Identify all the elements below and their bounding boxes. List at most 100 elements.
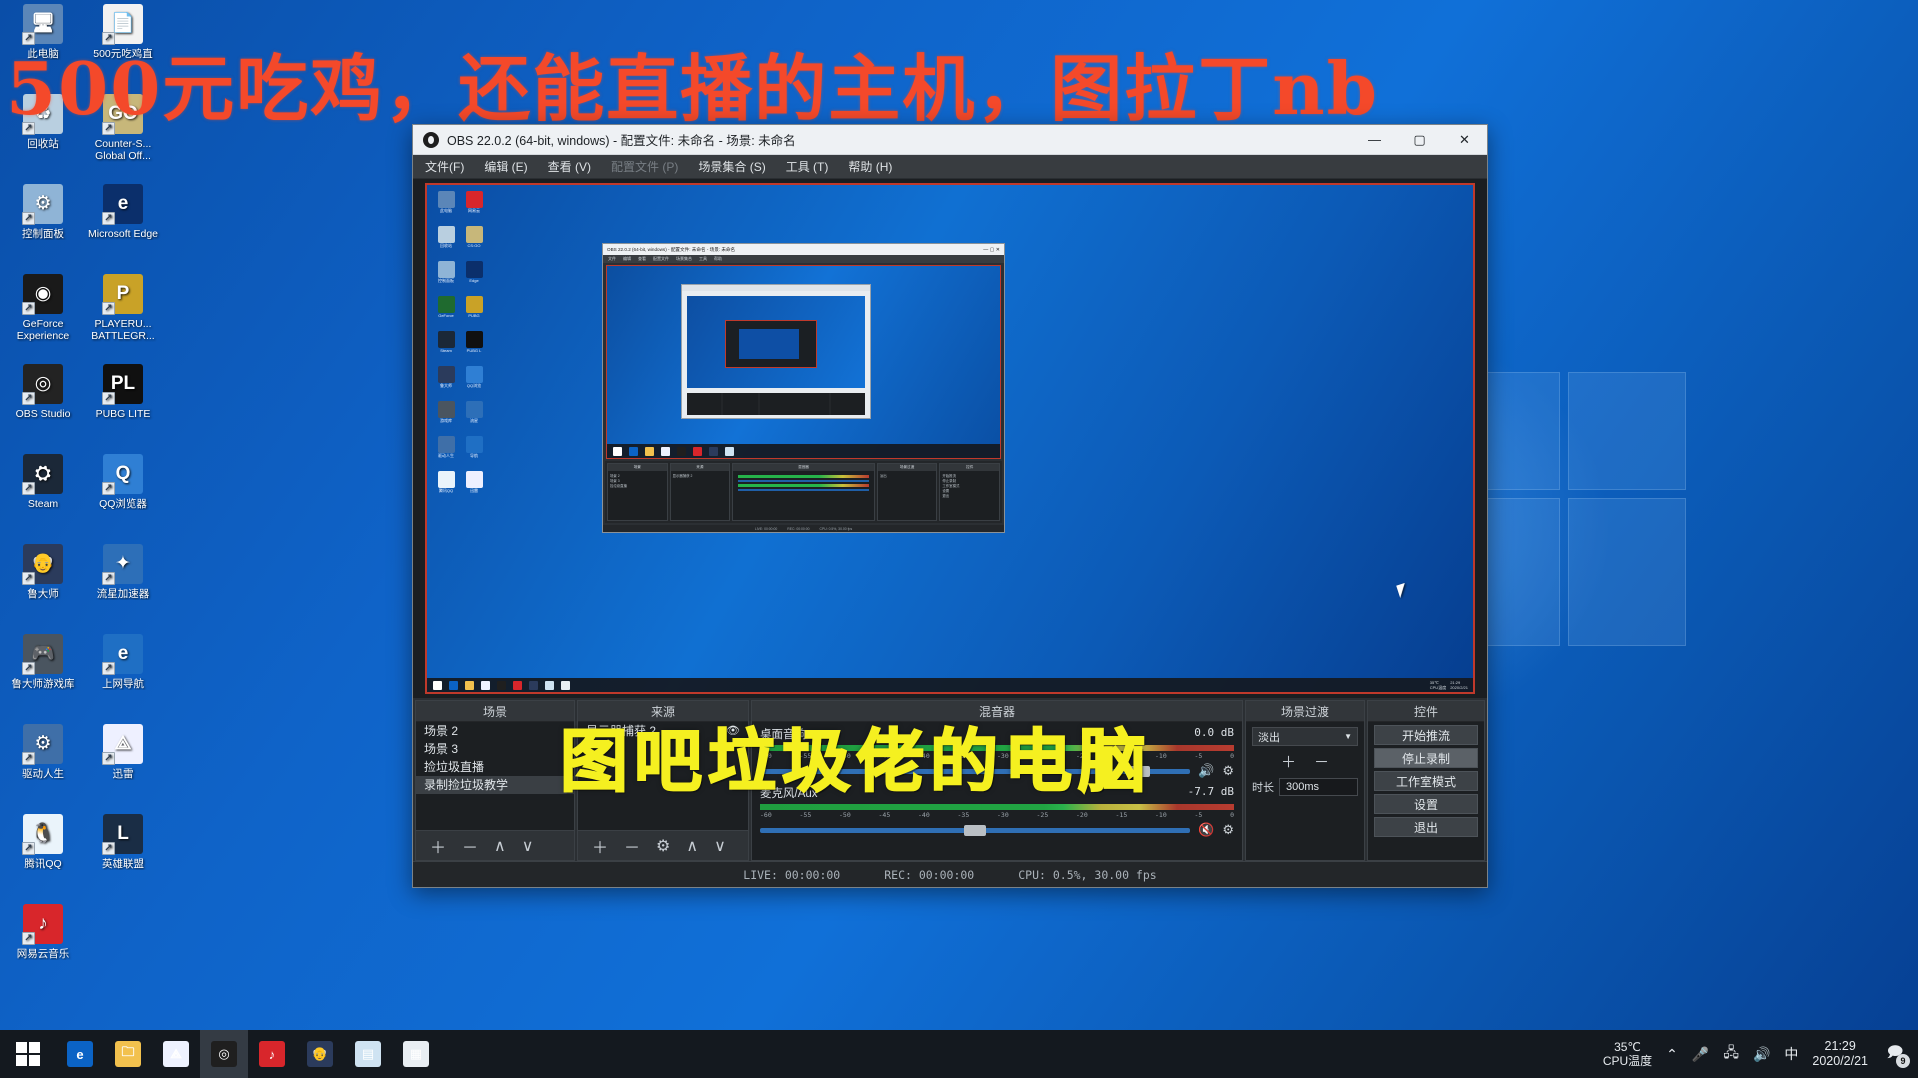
transition-select[interactable]: 淡出 ▼ bbox=[1252, 727, 1358, 746]
nested-controls-body: 开始推流 停止录制 工作室模式 设置 退出 bbox=[940, 471, 999, 520]
source-toolbar-button-4[interactable]: ∨ bbox=[714, 836, 726, 856]
source-toolbar[interactable]: ＋ － ⚙ ∧ ∨ bbox=[578, 830, 748, 860]
desktop-icon-pubg[interactable]: P ↗ PLAYERU... BATTLEGR... bbox=[84, 274, 162, 358]
control-button-0[interactable]: 开始推流 bbox=[1374, 725, 1478, 745]
desktop-icon-text-document[interactable]: 📄 ↗ 500元吃鸡直 bbox=[84, 4, 162, 88]
clock[interactable]: 21:29 2020/2/21 bbox=[1812, 1039, 1868, 1069]
desktop-icon-web-nav[interactable]: e ↗ 上网导航 bbox=[84, 634, 162, 718]
taskbar-file-explorer-icon[interactable]: 🗀 bbox=[104, 1030, 152, 1078]
desktop-icon-qq-browser[interactable]: Q ↗ QQ浏览器 bbox=[84, 454, 162, 538]
desktop-icon-this-pc[interactable]: 🖥 ↗ 此电脑 bbox=[4, 4, 82, 88]
nested-dock-row: 场景 场景 2 场景 3 捡垃圾直播 来源 显示器捕获 2 混音器 场景过渡 淡… bbox=[605, 461, 1002, 523]
scene-toolbar-button-2[interactable]: ∧ bbox=[494, 836, 506, 856]
obs-preview-area[interactable]: 此电脑 回收站 控制面板 GeForce Steam 鲁大师 游戏库 驱动人生 … bbox=[413, 179, 1487, 698]
geforce-experience-icon: ◉ ↗ bbox=[22, 274, 63, 315]
taskbar-edge-icon[interactable]: e bbox=[56, 1030, 104, 1078]
duration-input[interactable]: 300ms bbox=[1279, 778, 1358, 796]
scene-toolbar-button-0[interactable]: ＋ bbox=[430, 834, 446, 858]
volume-slider-knob[interactable] bbox=[1127, 765, 1150, 777]
scene-toolbar[interactable]: ＋ － ∧ ∨ bbox=[416, 830, 574, 860]
source-list-item[interactable]: 显示器捕获 2 👁 bbox=[578, 722, 748, 740]
taskbar-window-icon[interactable]: ▤ bbox=[344, 1030, 392, 1078]
volume-slider[interactable] bbox=[760, 824, 1191, 836]
desktop-icon-geforce-experience[interactable]: ◉ ↗ GeForce Experience bbox=[4, 274, 82, 358]
remove-transition-button[interactable]: － bbox=[1314, 751, 1329, 772]
controls-body[interactable]: 开始推流停止录制工作室模式设置退出 bbox=[1368, 722, 1484, 860]
scene-list[interactable]: 场景 2 场景 3 捡垃圾直播 录制捡垃圾教学 bbox=[416, 722, 574, 830]
desktop-icon-ludashi[interactable]: 👴 ↗ 鲁大师 bbox=[4, 544, 82, 628]
control-button-3[interactable]: 设置 bbox=[1374, 794, 1478, 814]
volume-slider-knob[interactable] bbox=[964, 824, 987, 836]
menu-item-3[interactable]: 配置文件 (P) bbox=[611, 158, 678, 175]
obs-window[interactable]: OBS 22.0.2 (64-bit, windows) - 配置文件: 未命名… bbox=[412, 124, 1488, 888]
control-button-4[interactable]: 退出 bbox=[1374, 817, 1478, 837]
gear-icon[interactable]: ⚙ bbox=[1222, 822, 1234, 838]
ruler-tick: -45 bbox=[878, 752, 891, 760]
taskbar-thunder-xunlei-icon[interactable]: ⟁ bbox=[152, 1030, 200, 1078]
gear-icon[interactable]: ⚙ bbox=[1222, 763, 1234, 779]
speaker-muted-icon[interactable]: 🔇 bbox=[1198, 822, 1214, 838]
control-button-2[interactable]: 工作室模式 bbox=[1374, 771, 1478, 791]
control-button-1[interactable]: 停止录制 bbox=[1374, 748, 1478, 768]
desktop-icon-control-panel[interactable]: ⚙ ↗ 控制面板 bbox=[4, 184, 82, 268]
scene-list-item[interactable]: 录制捡垃圾教学 bbox=[416, 776, 574, 794]
desktop-icon-thunder-xunlei[interactable]: ⟁ ↗ 迅雷 bbox=[84, 724, 162, 808]
mixer-panel-title: 混音器 bbox=[752, 701, 1242, 722]
transitions-body[interactable]: 淡出 ▼ ＋ － 时长 300ms bbox=[1246, 722, 1364, 860]
menu-item-0[interactable]: 文件(F) bbox=[425, 158, 464, 175]
menu-item-6[interactable]: 帮助 (H) bbox=[848, 158, 892, 175]
menu-item-1[interactable]: 编辑 (E) bbox=[484, 158, 527, 175]
desktop-icon-microsoft-edge[interactable]: e ↗ Microsoft Edge bbox=[84, 184, 162, 268]
eye-icon[interactable]: 👁 bbox=[726, 722, 740, 740]
desktop-icon-steam[interactable]: ⛭ ↗ Steam bbox=[4, 454, 82, 538]
chevron-up-icon[interactable]: ⌃ bbox=[1666, 1046, 1678, 1063]
source-toolbar-button-1[interactable]: － bbox=[624, 834, 640, 858]
scene-list-item[interactable]: 捡垃圾直播 bbox=[416, 758, 574, 776]
scene-list-item[interactable]: 场景 3 bbox=[416, 740, 574, 758]
network-icon[interactable]: 🖧 bbox=[1723, 1042, 1739, 1066]
close-button[interactable]: ✕ bbox=[1442, 125, 1487, 154]
source-toolbar-button-3[interactable]: ∧ bbox=[686, 836, 698, 856]
taskbar-obs-studio-icon[interactable]: ◎ bbox=[200, 1030, 248, 1078]
desktop-icon-ludashi-games[interactable]: 🎮 ↗ 鲁大师游戏库 bbox=[4, 634, 82, 718]
desktop-icon-tencent-qq[interactable]: 🐧 ↗ 腾讯QQ bbox=[4, 814, 82, 898]
taskbar-netease-music-icon[interactable]: ♪ bbox=[248, 1030, 296, 1078]
desktop-icon-obs-studio[interactable]: ◎ ↗ OBS Studio bbox=[4, 364, 82, 448]
taskbar-apps[interactable]: e 🗀 ⟁ ◎ ♪ 👴 ▤ ▦ bbox=[56, 1030, 440, 1078]
shortcut-arrow-icon: ↗ bbox=[22, 122, 35, 135]
desktop-icon-league-of-legends[interactable]: L ↗ 英雄联盟 bbox=[84, 814, 162, 898]
volume-slider[interactable] bbox=[760, 765, 1191, 777]
taskbar-ludashi-icon[interactable]: 👴 bbox=[296, 1030, 344, 1078]
mixer-body[interactable]: 桌面音响 0.0 dB -60 -55 -50 -45 -40 -35 -30 -25 -20 -15… bbox=[752, 722, 1242, 860]
desktop-icon-csgo[interactable]: GO ↗ Counter-S... Global Off... bbox=[84, 94, 162, 178]
minimize-button[interactable]: — bbox=[1352, 125, 1397, 154]
system-tray[interactable]: 35℃ CPU温度 ⌃ 🎤 🖧 🔊 中 21:29 2020/2/21 🗩 9 bbox=[1603, 1039, 1918, 1069]
desktop-icon-meteor-accel[interactable]: ✦ ↗ 流星加速器 bbox=[84, 544, 162, 628]
desktop-icon-pubg-lite[interactable]: PL ↗ PUBG LITE bbox=[84, 364, 162, 448]
notification-icon[interactable]: 🗩 9 bbox=[1882, 1042, 1910, 1068]
desktop-icon-netease-music[interactable]: ♪ ↗ 网易云音乐 bbox=[4, 904, 82, 988]
windows-start-icon[interactable] bbox=[0, 1030, 56, 1078]
desktop-icon-recycle-bin[interactable]: ♻ ↗ 回收站 bbox=[4, 94, 82, 178]
ime-indicator[interactable]: 中 bbox=[1784, 1044, 1798, 1064]
maximize-button[interactable]: ▢ bbox=[1397, 125, 1442, 154]
source-toolbar-button-2[interactable]: ⚙ bbox=[656, 836, 670, 856]
microphone-icon[interactable]: 🎤 bbox=[1692, 1046, 1709, 1063]
add-transition-button[interactable]: ＋ bbox=[1281, 751, 1296, 772]
scene-list-item[interactable]: 场景 2 bbox=[416, 722, 574, 740]
taskbar-calculator-icon[interactable]: ▦ bbox=[392, 1030, 440, 1078]
menu-item-5[interactable]: 工具 (T) bbox=[786, 158, 829, 175]
volume-icon[interactable]: 🔊 bbox=[1753, 1046, 1770, 1063]
scene-toolbar-button-3[interactable]: ∨ bbox=[522, 836, 534, 856]
source-list[interactable]: 显示器捕获 2 👁 bbox=[578, 722, 748, 830]
obs-titlebar[interactable]: OBS 22.0.2 (64-bit, windows) - 配置文件: 未命名… bbox=[413, 125, 1487, 155]
obs-menubar[interactable]: 文件(F) 编辑 (E) 查看 (V) 配置文件 (P) 场景集合 (S) 工具 (T) 帮… bbox=[413, 155, 1487, 179]
source-toolbar-button-0[interactable]: ＋ bbox=[592, 834, 608, 858]
speaker-icon[interactable]: 🔊 bbox=[1198, 763, 1214, 779]
menu-item-2[interactable]: 查看 (V) bbox=[548, 158, 591, 175]
menu-item-4[interactable]: 场景集合 (S) bbox=[698, 158, 765, 175]
transition-add-remove[interactable]: ＋ － bbox=[1246, 751, 1364, 772]
scene-toolbar-button-1[interactable]: － bbox=[462, 834, 478, 858]
windows-taskbar[interactable]: e 🗀 ⟁ ◎ ♪ 👴 ▤ ▦ 35℃ CPU温度 ⌃ 🎤 🖧 🔊 中 21:29 2020/… bbox=[0, 1030, 1918, 1078]
desktop-icon-drivelife[interactable]: ⚙ ↗ 驱动人生 bbox=[4, 724, 82, 808]
